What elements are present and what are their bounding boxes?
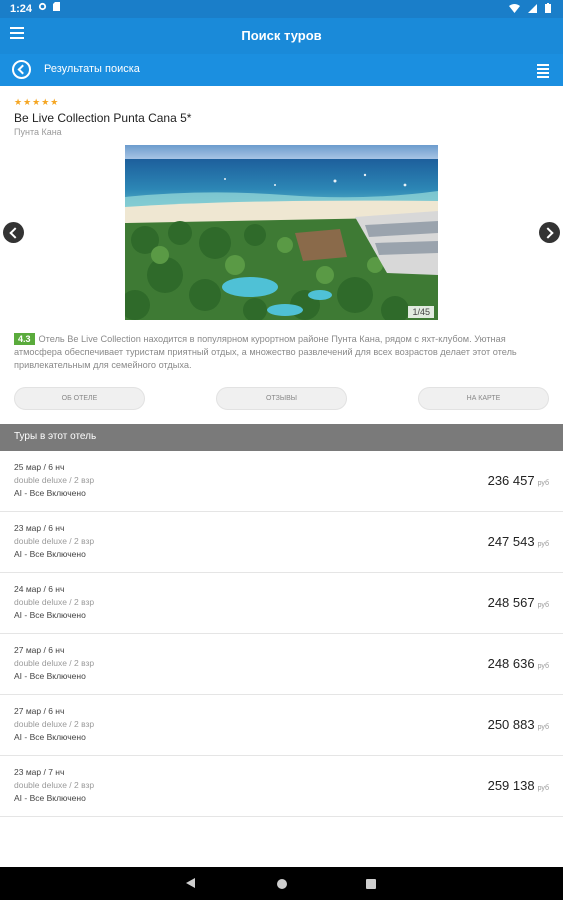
sd-card-icon [53,2,60,11]
tour-price-value: 236 457 [487,473,535,488]
battery-icon [545,3,551,13]
settings-icon [38,2,47,11]
tour-price: 248 636 руб [488,656,549,671]
photo-gallery: 1/45 [0,145,563,321]
tour-price-value: 247 543 [487,534,535,549]
nav-home-icon[interactable] [277,879,287,889]
tour-date: 24 мар / 6 нч [14,584,65,594]
hotel-location: Пунта Кана [14,127,62,137]
tour-price-value: 248 567 [487,595,535,610]
star-rating: ★★★★★ [14,97,60,107]
system-navigation-bar [0,867,563,900]
signal-icon [528,3,537,13]
map-button[interactable]: НА КАРТЕ [418,387,549,410]
tour-room: double deluxe / 2 взр [14,719,95,729]
tour-price: 236 457 руб [488,473,549,488]
tour-price: 248 567 руб [488,595,549,610]
tour-row[interactable]: 23 мар / 6 нч double deluxe / 2 взр AI -… [0,512,563,573]
tour-row[interactable]: 27 мар / 6 нч double deluxe / 2 взр AI -… [0,634,563,695]
tour-row[interactable]: 25 мар / 6 нч double deluxe / 2 взр AI -… [0,451,563,512]
tour-currency: руб [537,602,549,609]
tour-currency: руб [537,541,549,548]
tour-price: 250 883 руб [488,717,549,732]
tour-row[interactable]: 27 мар / 6 нч double deluxe / 2 взр AI -… [0,695,563,756]
hotel-actions: ОБ ОТЕЛЕ ОТЗЫВЫ НА КАРТЕ [14,387,549,411]
wifi-icon [509,3,520,13]
tours-section-header: Туры в этот отель [0,424,563,451]
list-view-icon[interactable] [537,64,549,78]
reviews-button[interactable]: ОТЗЫВЫ [216,387,347,410]
status-bar: 1:24 [0,0,563,18]
tour-meal: AI - Все Включено [14,671,86,681]
tour-room: double deluxe / 2 взр [14,536,95,546]
tour-meal: AI - Все Включено [14,610,86,620]
tour-price: 259 138 руб [488,778,549,793]
tour-price-value: 250 883 [487,717,535,732]
chevron-left-icon[interactable] [3,222,24,243]
tour-meal: AI - Все Включено [14,549,86,559]
tour-currency: руб [537,480,549,487]
tour-date: 27 мар / 6 нч [14,706,65,716]
chevron-right-icon[interactable] [539,222,560,243]
tour-room: double deluxe / 2 взр [14,780,95,790]
tour-price-value: 248 636 [487,656,535,671]
sub-bar-title: Результаты поиска [44,63,140,75]
status-time: 1:24 [10,3,33,15]
tour-date: 23 мар / 6 нч [14,523,65,533]
hotel-name: Be Live Collection Punta Cana 5* [14,111,192,125]
hotel-header: ★★★★★ Be Live Collection Punta Cana 5* П… [0,86,563,144]
about-hotel-button[interactable]: ОБ ОТЕЛЕ [14,387,145,410]
tour-row[interactable]: 23 мар / 7 нч double deluxe / 2 взр AI -… [0,756,563,817]
tour-currency: руб [537,724,549,731]
tour-row[interactable]: 24 мар / 6 нч double deluxe / 2 взр AI -… [0,573,563,634]
tour-currency: руб [537,663,549,670]
tour-room: double deluxe / 2 взр [14,597,95,607]
tour-currency: руб [537,785,549,792]
app-bar: Поиск туров [0,18,563,54]
tour-price-value: 259 138 [487,778,535,793]
status-system-icons [509,3,551,13]
tour-date: 23 мар / 7 нч [14,767,65,777]
tour-price: 247 543 руб [488,534,549,549]
tour-date: 27 мар / 6 нч [14,645,65,655]
tour-meal: AI - Все Включено [14,488,86,498]
description-text: Отель Be Live Collection находится в поп… [14,334,517,370]
rating-badge: 4.3 [14,333,35,345]
tour-meal: AI - Все Включено [14,793,86,803]
tour-room: double deluxe / 2 взр [14,475,95,485]
nav-recents-icon[interactable] [366,879,376,889]
hotel-photo[interactable]: 1/45 [125,145,438,320]
photo-counter: 1/45 [408,306,434,318]
tour-date: 25 мар / 6 нч [14,462,65,472]
tour-room: double deluxe / 2 взр [14,658,95,668]
status-notification-icons [38,2,60,11]
sub-bar: Результаты поиска [0,54,563,86]
circle-back-arrow-icon[interactable] [12,60,31,79]
nav-back-icon[interactable] [186,878,195,888]
tour-meal: AI - Все Включено [14,732,86,742]
hotel-description: 4.3 Отель Be Live Collection находится в … [14,333,549,372]
app-title: Поиск туров [241,28,322,43]
